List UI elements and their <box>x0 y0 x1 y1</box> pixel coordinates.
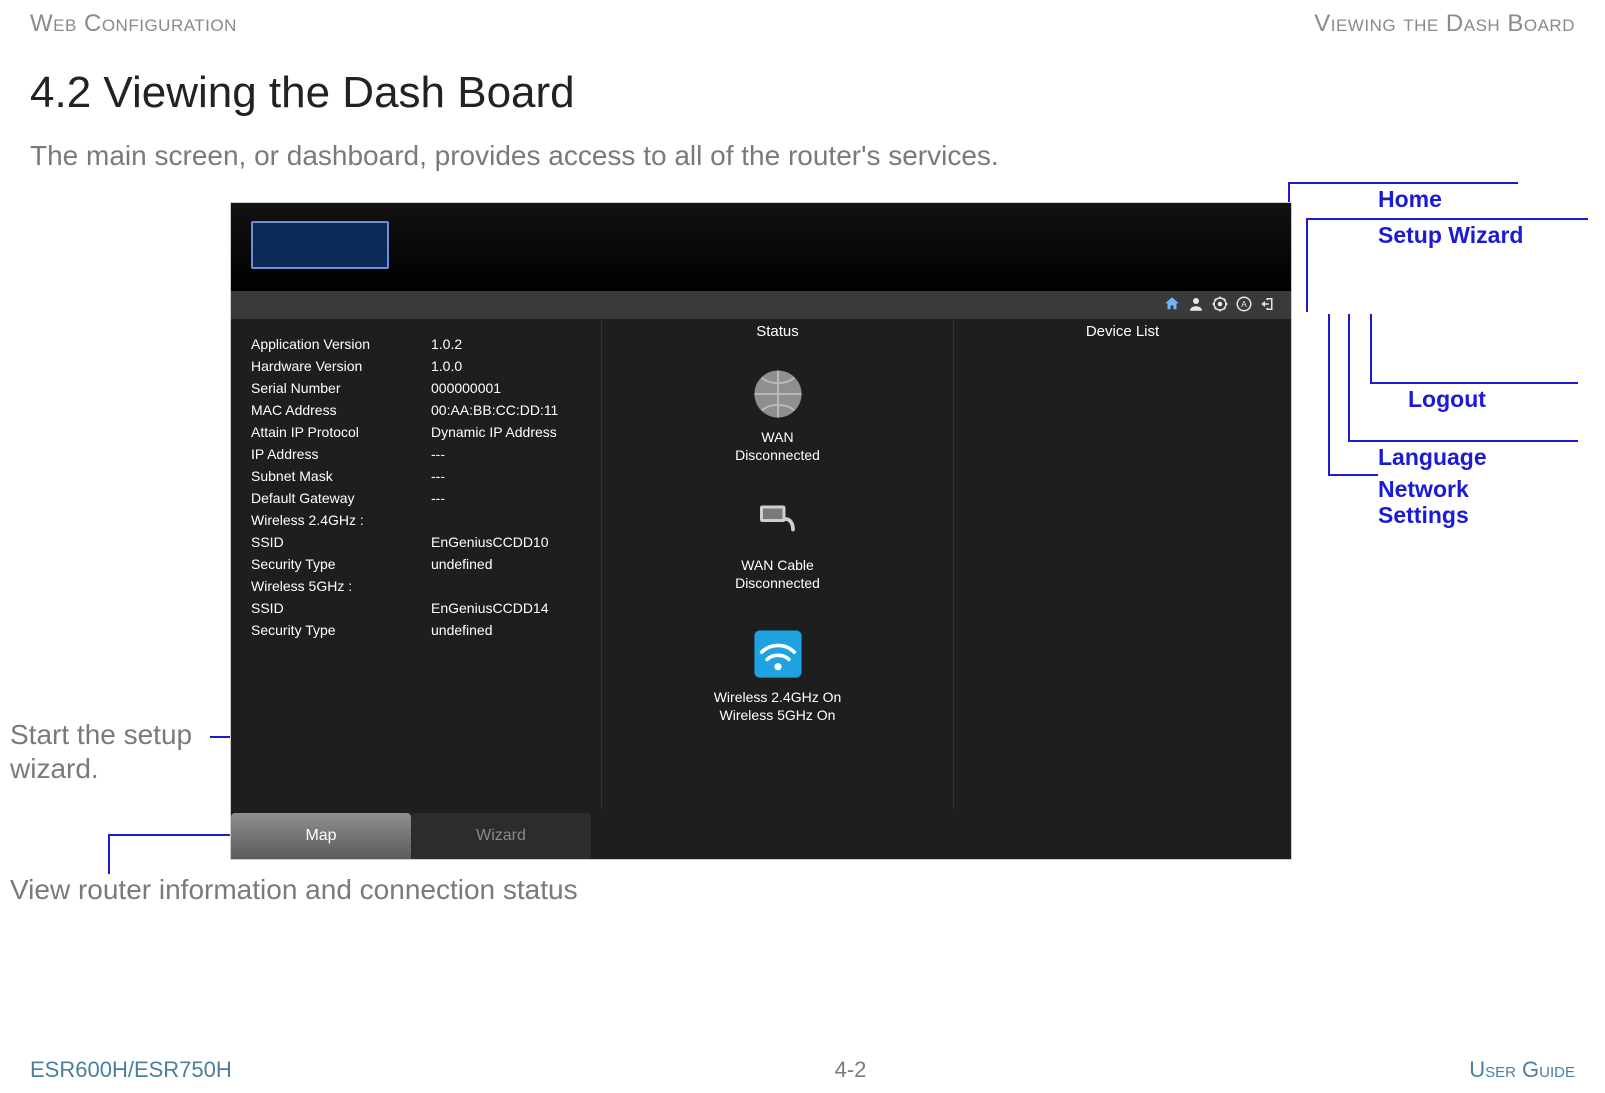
screenshot-banner <box>231 203 1291 291</box>
person-wizard-icon[interactable] <box>1185 293 1207 315</box>
info-value: 1.0.2 <box>431 333 591 355</box>
header-left: Web Configuration <box>30 10 237 38</box>
info-key: MAC Address <box>251 399 431 421</box>
screenshot-toolbar: A <box>231 291 1291 319</box>
status-header: Status <box>602 319 953 350</box>
footer-right: User Guide <box>1469 1057 1575 1083</box>
logo-placeholder <box>251 221 389 269</box>
svg-text:A: A <box>1241 300 1247 309</box>
info-key: Subnet Mask <box>251 465 431 487</box>
status-wan-line1: WAN <box>602 428 953 446</box>
status-wan-line2: Disconnected <box>602 446 953 464</box>
annotation-setup-wizard: Setup Wizard <box>1378 218 1588 248</box>
footer-center: 4-2 <box>835 1057 867 1083</box>
dashboard-screenshot: A Application Version1.0.2 Hardware Vers… <box>230 202 1292 860</box>
info-key: Security Type <box>251 553 431 575</box>
info-key: SSID <box>251 597 431 619</box>
info-row: MAC Address00:AA:BB:CC:DD:11 <box>251 399 591 421</box>
info-key: IP Address <box>251 443 431 465</box>
info-row: Serial Number000000001 <box>251 377 591 399</box>
wifi-icon <box>745 626 811 682</box>
info-row: Security Typeundefined <box>251 553 591 575</box>
status-wifi-line1: Wireless 2.4GHz On <box>602 688 953 706</box>
info-value: 00:AA:BB:CC:DD:11 <box>431 399 591 421</box>
info-value: EnGeniusCCDD14 <box>431 597 591 619</box>
page-title: 4.2 Viewing the Dash Board <box>30 68 1575 118</box>
network-gear-icon[interactable] <box>1209 293 1231 315</box>
status-column: Status WAN Disconnected WAN Cable D <box>601 319 953 809</box>
info-row: Default Gateway--- <box>251 487 591 509</box>
header-right: Viewing the Dash Board <box>1314 10 1575 38</box>
info-row: SSIDEnGeniusCCDD10 <box>251 531 591 553</box>
annotation-logout: Logout <box>1408 382 1578 412</box>
info-row: SSIDEnGeniusCCDD14 <box>251 597 591 619</box>
wireless-5-label: Wireless 5GHz : <box>251 575 591 597</box>
cable-icon <box>745 494 811 550</box>
info-key: Application Version <box>251 333 431 355</box>
status-cable-line1: WAN Cable <box>602 556 953 574</box>
info-value: --- <box>431 487 591 509</box>
info-key: Security Type <box>251 619 431 641</box>
info-row: IP Address--- <box>251 443 591 465</box>
globe-a-icon[interactable]: A <box>1233 293 1255 315</box>
annotation-view-router: View router information and connection s… <box>10 874 710 906</box>
info-value: 000000001 <box>431 377 591 399</box>
globe-icon <box>745 366 811 422</box>
home-icon[interactable] <box>1161 293 1183 315</box>
annotation-start-wizard: Start the setup wizard. <box>10 718 210 786</box>
status-cable: WAN Cable Disconnected <box>602 494 953 592</box>
device-list-header: Device List <box>954 319 1291 350</box>
info-column: Application Version1.0.2 Hardware Versio… <box>231 319 601 809</box>
info-value: undefined <box>431 619 591 641</box>
info-key: SSID <box>251 531 431 553</box>
info-key: Default Gateway <box>251 487 431 509</box>
status-cable-line2: Disconnected <box>602 574 953 592</box>
logout-icon[interactable] <box>1257 293 1279 315</box>
info-key: Hardware Version <box>251 355 431 377</box>
status-wifi-line2: Wireless 5GHz On <box>602 706 953 724</box>
info-row: Hardware Version1.0.0 <box>251 355 591 377</box>
info-value: 1.0.0 <box>431 355 591 377</box>
info-row: Application Version1.0.2 <box>251 333 591 355</box>
footer-left: ESR600H/ESR750H <box>30 1057 232 1083</box>
info-row: Subnet Mask--- <box>251 465 591 487</box>
annotation-network-settings: Network Settings <box>1378 474 1578 504</box>
info-value: undefined <box>431 553 591 575</box>
screenshot-tabs: Map Wizard <box>231 809 1291 859</box>
info-value: --- <box>431 443 591 465</box>
annotation-language: Language <box>1378 440 1578 470</box>
info-value: Dynamic IP Address <box>431 421 591 443</box>
status-wan: WAN Disconnected <box>602 366 953 464</box>
info-value: --- <box>431 465 591 487</box>
info-value: EnGeniusCCDD10 <box>431 531 591 553</box>
info-key: Attain IP Protocol <box>251 421 431 443</box>
info-key: Serial Number <box>251 377 431 399</box>
wireless-24-label: Wireless 2.4GHz : <box>251 509 591 531</box>
tab-wizard[interactable]: Wizard <box>411 813 591 859</box>
info-row: Attain IP ProtocolDynamic IP Address <box>251 421 591 443</box>
tab-map[interactable]: Map <box>231 813 411 859</box>
device-list-column: Device List <box>953 319 1291 809</box>
info-row: Security Typeundefined <box>251 619 591 641</box>
annotation-home: Home <box>1378 182 1518 212</box>
status-wifi: Wireless 2.4GHz On Wireless 5GHz On <box>602 626 953 724</box>
intro-text: The main screen, or dashboard, provides … <box>30 140 1575 172</box>
